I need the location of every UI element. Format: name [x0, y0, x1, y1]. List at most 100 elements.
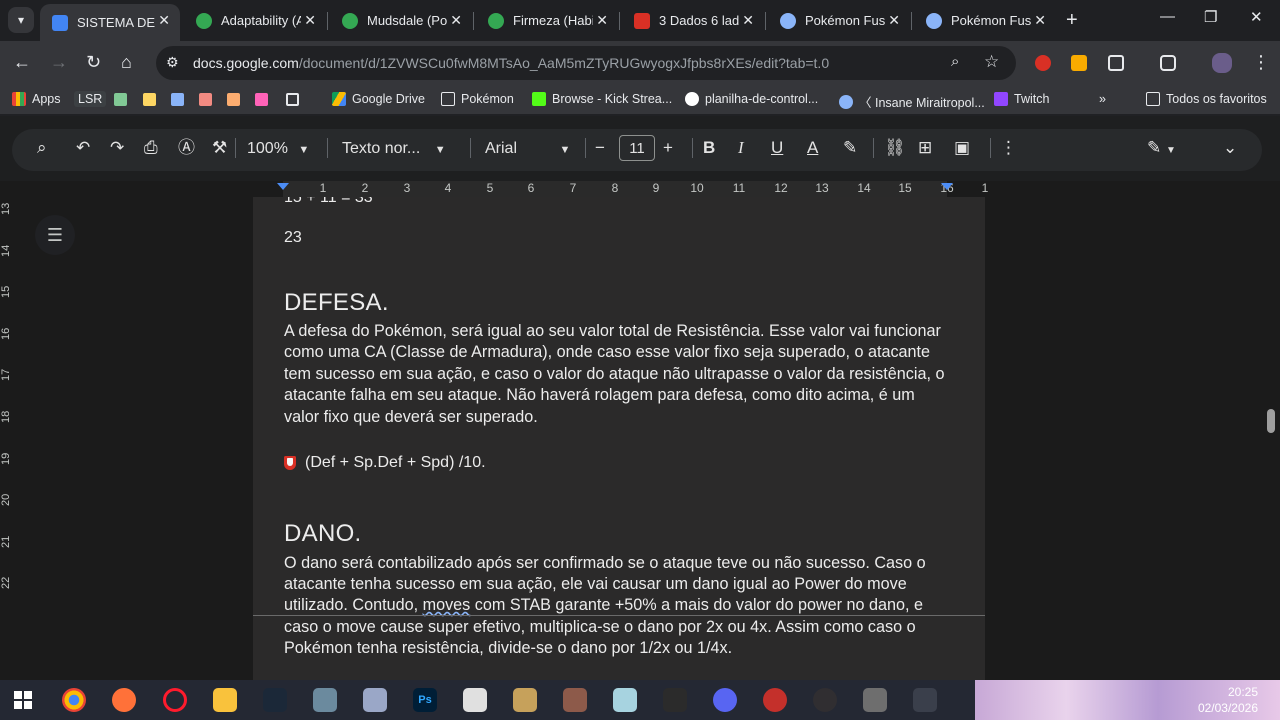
highlight-color-icon[interactable]: ✎ [843, 138, 857, 158]
calendar-icon[interactable] [663, 688, 687, 712]
bookmark-kick[interactable]: Browse - Kick Strea... [532, 92, 672, 106]
document-page[interactable]: 15 + 11 = 33 23 DEFESA. A defesa do Poké… [253, 197, 985, 680]
app-icon[interactable] [763, 688, 787, 712]
vertical-scrollbar-thumb[interactable] [1267, 409, 1275, 433]
print-icon[interactable]: ⎙ [144, 138, 158, 158]
home-button[interactable]: ⌂ [121, 51, 132, 73]
close-icon[interactable]: ✕ [1034, 12, 1046, 29]
bookmark-twitch[interactable]: Twitch [994, 92, 1049, 106]
zoom-icon[interactable]: ⌕ [951, 53, 959, 70]
more-options-icon[interactable]: ⋮ [1000, 138, 1017, 158]
underline-button[interactable]: U [771, 138, 783, 158]
calculator-icon[interactable] [863, 688, 887, 712]
forward-button[interactable]: → [50, 51, 68, 73]
close-icon[interactable]: ✕ [450, 12, 462, 29]
bookmark-icon[interactable] [255, 93, 268, 106]
minimize-button[interactable]: — [1160, 8, 1175, 25]
tab-search-button[interactable]: ▾ [8, 7, 34, 33]
paint-format-icon[interactable]: ⚒ [212, 138, 227, 158]
italic-button[interactable]: I [738, 138, 744, 158]
restore-button[interactable]: ❐ [1204, 8, 1217, 26]
tab-pokemon-fusion-2[interactable]: Pokémon Fusi ✕ [914, 4, 1056, 37]
close-icon[interactable]: ✕ [158, 12, 170, 29]
close-icon[interactable]: ✕ [742, 12, 754, 29]
tab-groups-icon[interactable] [286, 93, 299, 106]
insert-link-icon[interactable]: ⛓ [884, 138, 906, 158]
undo-icon[interactable]: ↶ [76, 138, 90, 158]
hide-menus-button[interactable]: ⌄ [1223, 138, 1237, 158]
tab-sistema[interactable]: SISTEMA DE B ✕ [40, 4, 180, 41]
chrome-icon[interactable] [62, 688, 86, 712]
app-icon[interactable] [363, 688, 387, 712]
tab-dados[interactable]: 3 Dados 6 lad ✕ [622, 4, 764, 37]
extensions-puzzle-icon[interactable] [1108, 55, 1124, 71]
app-icon[interactable] [513, 688, 537, 712]
url-text[interactable]: docs.google.com/document/d/1ZVWSCu0fwM8M… [193, 55, 829, 71]
obs-icon[interactable] [813, 688, 837, 712]
right-indent-marker[interactable] [941, 183, 953, 190]
zoom-select[interactable]: 100% ▼ [247, 140, 309, 158]
bookmark-planilha[interactable]: planilha-de-control... [685, 92, 818, 106]
increase-font-size-button[interactable]: + [663, 138, 673, 158]
app-icon[interactable] [563, 688, 587, 712]
more-menu-icon[interactable]: ⋮ [1252, 51, 1270, 73]
discord-icon[interactable] [713, 688, 737, 712]
left-indent-marker[interactable] [277, 183, 289, 190]
bookmarks-overflow-button[interactable]: » [1099, 92, 1106, 106]
tab-firmeza[interactable]: Firmeza (Habi ✕ [476, 4, 618, 37]
bookmark-star-icon[interactable]: ☆ [984, 52, 999, 72]
horizontal-ruler[interactable]: 1 2 3 4 5 6 7 8 9 10 11 12 13 14 15 16 1 [253, 181, 988, 197]
bookmark-insane[interactable]: 〈 Insane Miraitropol... [839, 92, 985, 111]
extension-icon[interactable] [1035, 55, 1051, 71]
windows-start-icon[interactable] [14, 691, 32, 709]
bold-button[interactable]: B [703, 138, 715, 158]
notepad-icon[interactable] [613, 688, 637, 712]
close-icon[interactable]: ✕ [888, 12, 900, 29]
close-icon[interactable]: ✕ [304, 12, 316, 29]
font-select[interactable]: Arial ▼ [485, 140, 570, 158]
app-icon[interactable] [313, 688, 337, 712]
file-explorer-icon[interactable] [213, 688, 237, 712]
site-info-icon[interactable]: ⚙ [166, 54, 179, 71]
paragraph-style-select[interactable]: Texto nor... ▼ [342, 140, 446, 158]
firefox-icon[interactable] [112, 688, 136, 712]
close-icon[interactable]: ✕ [596, 12, 608, 29]
close-window-button[interactable]: ✕ [1250, 8, 1263, 26]
bookmark-icon[interactable] [199, 93, 212, 106]
font-size-input[interactable]: 11 [619, 135, 655, 161]
system-clock[interactable]: 20:25 02/03/2026 [1198, 684, 1258, 716]
bookmark-all-favorites[interactable]: Todos os favoritos [1146, 92, 1267, 106]
bookmark-lsr[interactable]: LSR [74, 91, 107, 107]
tab-mudsdale[interactable]: Mudsdale (Po ✕ [330, 4, 472, 37]
search-menus-icon[interactable]: ⌕ [37, 138, 47, 158]
spellcheck-word[interactable]: moves [423, 596, 471, 614]
steam-icon[interactable] [263, 688, 287, 712]
opera-icon[interactable] [163, 688, 187, 712]
app-icon[interactable] [913, 688, 937, 712]
bookmark-icon[interactable] [114, 93, 127, 106]
text-color-button[interactable]: A [807, 138, 818, 158]
paint-icon[interactable] [463, 688, 487, 712]
screen-capture-icon[interactable] [1160, 55, 1176, 71]
bookmark-icon[interactable] [143, 93, 156, 106]
tab-adaptability[interactable]: Adaptability (A ✕ [184, 4, 326, 37]
bookmark-icon[interactable] [227, 93, 240, 106]
back-button[interactable]: ← [13, 51, 31, 73]
decrease-font-size-button[interactable]: − [595, 138, 605, 158]
redo-icon[interactable]: ↷ [110, 138, 124, 158]
add-comment-icon[interactable]: ⊞ [918, 138, 932, 158]
insert-image-icon[interactable]: ▣ [954, 138, 970, 158]
profile-avatar[interactable] [1212, 53, 1232, 73]
spellcheck-icon[interactable]: Ⓐ [178, 138, 195, 158]
tab-pokemon-fusion-1[interactable]: Pokémon Fusi ✕ [768, 4, 910, 37]
new-tab-button[interactable]: + [1066, 10, 1078, 30]
bookmark-pokemon[interactable]: Pokémon [441, 92, 514, 106]
bookmark-icon[interactable] [171, 93, 184, 106]
bookmark-google-drive[interactable]: Google Drive [332, 92, 425, 106]
photoshop-icon[interactable]: Ps [413, 688, 437, 712]
reload-button[interactable]: ↻ [86, 51, 101, 73]
address-bar[interactable]: ⚙ docs.google.com/document/d/1ZVWSCu0fwM… [156, 46, 1016, 80]
extension-icon[interactable] [1071, 55, 1087, 71]
editing-mode-button[interactable]: ✎ ▼ [1147, 138, 1176, 161]
document-outline-button[interactable]: ☰ [35, 215, 75, 255]
